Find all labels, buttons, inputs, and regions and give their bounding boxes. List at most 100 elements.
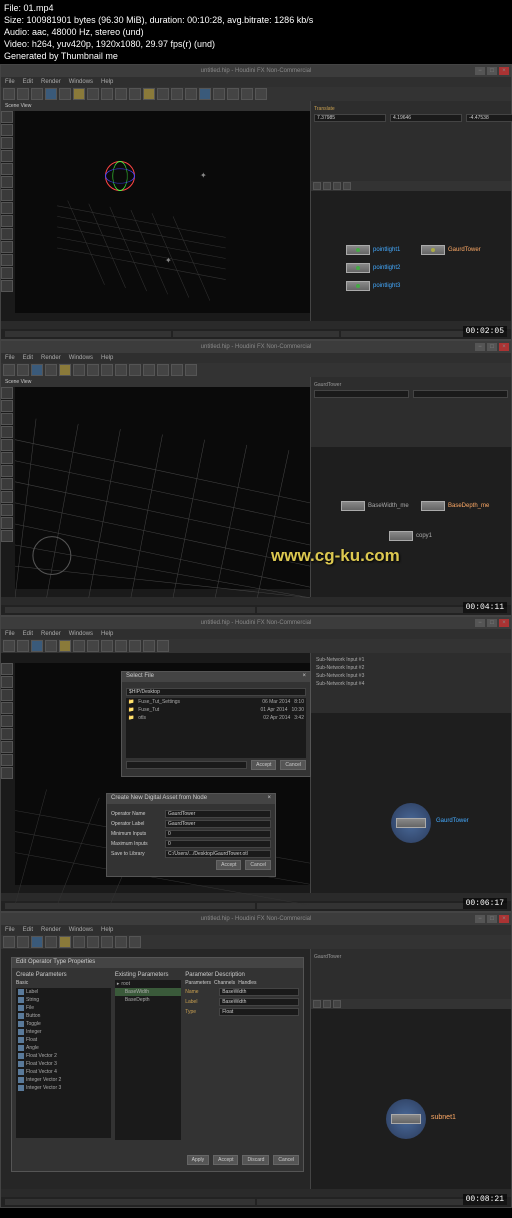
- net-button[interactable]: [313, 1000, 321, 1008]
- cancel-button[interactable]: Cancel: [245, 860, 271, 870]
- close-button[interactable]: ×: [499, 67, 509, 75]
- 3d-viewport[interactable]: ✦ ✦: [15, 111, 310, 313]
- toolbar-button[interactable]: [143, 640, 155, 652]
- menu-help[interactable]: Help: [101, 79, 113, 85]
- toolbar-button[interactable]: [143, 364, 155, 376]
- node-pointlight3[interactable]: pointlight3: [346, 281, 400, 291]
- timeline[interactable]: [1, 329, 511, 339]
- tab[interactable]: Channels: [214, 980, 235, 986]
- toolbar-button[interactable]: [31, 936, 43, 948]
- node-pointlight1[interactable]: pointlight1: [346, 245, 400, 255]
- maximize-button[interactable]: □: [487, 343, 497, 351]
- side-icon[interactable]: [1, 767, 13, 779]
- toolbar-button[interactable]: [17, 88, 29, 100]
- toolbar-button[interactable]: [31, 640, 43, 652]
- toolbar-button[interactable]: [241, 88, 253, 100]
- side-icon[interactable]: [1, 124, 13, 136]
- toolbar-button[interactable]: [101, 640, 113, 652]
- toolbar-button[interactable]: [115, 640, 127, 652]
- side-icon[interactable]: [1, 465, 13, 477]
- filename-input[interactable]: [126, 761, 247, 769]
- accept-button[interactable]: Accept: [216, 860, 241, 870]
- toolbar-button[interactable]: [59, 936, 71, 948]
- toolbar-button[interactable]: [157, 640, 169, 652]
- menu-render[interactable]: Render: [41, 79, 61, 85]
- tree-item[interactable]: File: [16, 1004, 111, 1012]
- menu-edit[interactable]: Edit: [23, 79, 33, 85]
- close-button[interactable]: ×: [499, 343, 509, 351]
- toolbar-button[interactable]: [45, 640, 57, 652]
- toolbar-button[interactable]: [227, 88, 239, 100]
- toolbar-button[interactable]: [45, 88, 57, 100]
- translate-y-input[interactable]: [390, 114, 462, 122]
- toolbar-button[interactable]: [3, 364, 15, 376]
- side-icon[interactable]: [1, 150, 13, 162]
- accept-button[interactable]: Accept: [251, 760, 276, 770]
- toolbar-button[interactable]: [73, 640, 85, 652]
- toolbar-button[interactable]: [101, 364, 113, 376]
- toolbar-button[interactable]: [59, 640, 71, 652]
- side-icon[interactable]: [1, 137, 13, 149]
- menu-file[interactable]: File: [5, 79, 15, 85]
- toolbar-button[interactable]: [87, 936, 99, 948]
- toolbar-button[interactable]: [171, 88, 183, 100]
- toolbar-button[interactable]: [73, 88, 85, 100]
- node-copy1[interactable]: copy1: [389, 531, 432, 541]
- side-icon[interactable]: [1, 517, 13, 529]
- tab[interactable]: Handles: [238, 980, 256, 986]
- light-point-icon[interactable]: ✦: [200, 171, 208, 179]
- toolbar-button[interactable]: [143, 88, 155, 100]
- toolbar-button[interactable]: [213, 88, 225, 100]
- side-icon[interactable]: [1, 202, 13, 214]
- tree-item[interactable]: Angle: [16, 1044, 111, 1052]
- minimize-button[interactable]: −: [475, 619, 485, 627]
- toolbar-button[interactable]: [157, 364, 169, 376]
- side-icon[interactable]: [1, 491, 13, 503]
- transform-gizmo[interactable]: [105, 161, 135, 191]
- toolbar-button[interactable]: [59, 88, 71, 100]
- side-icon[interactable]: [1, 400, 13, 412]
- toolbar-button[interactable]: [31, 88, 43, 100]
- side-icon[interactable]: [1, 741, 13, 753]
- toolbar-button[interactable]: [255, 88, 267, 100]
- network-view[interactable]: [311, 447, 511, 597]
- side-icon[interactable]: [1, 754, 13, 766]
- toolbar-button[interactable]: [129, 640, 141, 652]
- side-icon[interactable]: [1, 689, 13, 701]
- toolbar-button[interactable]: [171, 364, 183, 376]
- side-icon[interactable]: [1, 254, 13, 266]
- node-basewidth[interactable]: BaseWidth_me: [341, 501, 409, 511]
- side-icon[interactable]: [1, 189, 13, 201]
- min-inputs-input[interactable]: [165, 830, 271, 838]
- node-gaurdtower[interactable]: GaurdTower: [421, 245, 481, 255]
- net-button[interactable]: [343, 182, 351, 190]
- file-row[interactable]: 📁otls02 Apr 20143:42: [126, 714, 306, 722]
- tree-item[interactable]: Button: [16, 1012, 111, 1020]
- toolbar-button[interactable]: [17, 364, 29, 376]
- side-icon[interactable]: [1, 504, 13, 516]
- side-icon[interactable]: [1, 111, 13, 123]
- net-button[interactable]: [323, 1000, 331, 1008]
- discard-button[interactable]: Discard: [242, 1155, 269, 1165]
- maximize-button[interactable]: □: [487, 619, 497, 627]
- toolbar-button[interactable]: [73, 364, 85, 376]
- side-icon[interactable]: [1, 702, 13, 714]
- side-icon[interactable]: [1, 426, 13, 438]
- tree-item[interactable]: String: [16, 996, 111, 1004]
- apply-button[interactable]: Apply: [187, 1155, 210, 1165]
- minimize-button[interactable]: −: [475, 67, 485, 75]
- toolbar-button[interactable]: [3, 936, 15, 948]
- toolbar-button[interactable]: [31, 364, 43, 376]
- tab[interactable]: Parameters: [185, 980, 211, 986]
- side-icon[interactable]: [1, 530, 13, 542]
- net-button[interactable]: [323, 182, 331, 190]
- toolbar-button[interactable]: [101, 88, 113, 100]
- file-list[interactable]: 📁Fuse_Tut_Settings06 Mar 20148:10 📁Fuse_…: [126, 698, 306, 758]
- toolbar-button[interactable]: [17, 640, 29, 652]
- maximize-button[interactable]: □: [487, 915, 497, 923]
- op-name-input[interactable]: [165, 810, 271, 818]
- side-icon[interactable]: [1, 387, 13, 399]
- cancel-button[interactable]: Cancel: [280, 760, 306, 770]
- tree-item[interactable]: Integer Vector 3: [16, 1084, 111, 1092]
- toolbar-button[interactable]: [73, 936, 85, 948]
